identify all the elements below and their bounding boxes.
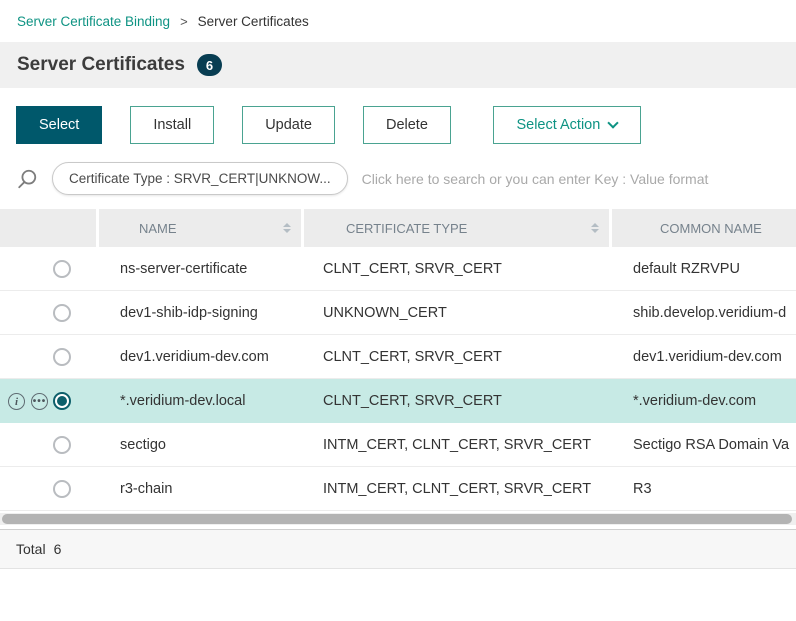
row-selector-cell bbox=[0, 247, 96, 290]
sort-icon bbox=[591, 223, 599, 233]
cell-common-name: default RZRVPU bbox=[609, 261, 796, 277]
filter-chip[interactable]: Certificate Type : SRVR_CERT|UNKNOW... bbox=[52, 162, 348, 195]
cell-certificate-type: UNKNOWN_CERT bbox=[301, 305, 609, 321]
title-bar: Server Certificates 6 bbox=[0, 42, 796, 88]
search-input[interactable]: Click here to search or you can enter Ke… bbox=[362, 171, 780, 187]
ellipsis-icon[interactable]: ••• bbox=[31, 393, 48, 410]
cell-common-name: Sectigo RSA Domain Va bbox=[609, 437, 796, 453]
sort-icon bbox=[283, 223, 291, 233]
install-button[interactable]: Install bbox=[130, 106, 214, 144]
row-selector-cell bbox=[0, 335, 96, 378]
table-row-selected[interactable]: i ••• *.veridium-dev.local CLNT_CERT, SR… bbox=[0, 379, 796, 423]
cell-common-name: shib.develop.veridium-d bbox=[609, 305, 796, 321]
row-selector-cell: i ••• bbox=[0, 379, 96, 422]
search-icon bbox=[16, 168, 38, 190]
table-footer: Total 6 bbox=[0, 529, 796, 569]
horizontal-scrollbar bbox=[0, 513, 796, 525]
radio-button[interactable] bbox=[53, 304, 71, 322]
search-bar: Certificate Type : SRVR_CERT|UNKNOW... C… bbox=[0, 158, 796, 209]
column-label-certificate-type: CERTIFICATE TYPE bbox=[346, 221, 467, 236]
row-selector-cell bbox=[0, 423, 96, 466]
table-row[interactable]: dev1.veridium-dev.com CLNT_CERT, SRVR_CE… bbox=[0, 335, 796, 379]
table-row[interactable]: sectigo INTM_CERT, CLNT_CERT, SRVR_CERT … bbox=[0, 423, 796, 467]
cell-name: r3-chain bbox=[96, 481, 301, 497]
cell-name: dev1.veridium-dev.com bbox=[96, 349, 301, 365]
header-cell-selector bbox=[0, 209, 96, 247]
toolbar: Select Install Update Delete Select Acti… bbox=[0, 88, 796, 158]
breadcrumb-link[interactable]: Server Certificate Binding bbox=[17, 14, 170, 29]
cell-certificate-type: CLNT_CERT, SRVR_CERT bbox=[301, 393, 609, 409]
radio-button[interactable] bbox=[53, 436, 71, 454]
cell-name: dev1-shib-idp-signing bbox=[96, 305, 301, 321]
table-header: NAME CERTIFICATE TYPE COMMON NAME bbox=[0, 209, 796, 247]
delete-button[interactable]: Delete bbox=[363, 106, 451, 144]
page-title: Server Certificates bbox=[17, 54, 185, 76]
select-action-dropdown[interactable]: Select Action bbox=[493, 106, 641, 144]
table-row[interactable]: ns-server-certificate CLNT_CERT, SRVR_CE… bbox=[0, 247, 796, 291]
cell-certificate-type: CLNT_CERT, SRVR_CERT bbox=[301, 349, 609, 365]
horizontal-scrollbar-thumb[interactable] bbox=[2, 514, 792, 524]
column-label-common-name: COMMON NAME bbox=[660, 221, 762, 236]
row-selector-cell bbox=[0, 467, 96, 510]
cell-common-name: dev1.veridium-dev.com bbox=[609, 349, 796, 365]
total-value: 6 bbox=[54, 541, 62, 557]
breadcrumb-current: Server Certificates bbox=[198, 14, 309, 29]
update-button[interactable]: Update bbox=[242, 106, 335, 144]
header-cell-certificate-type[interactable]: CERTIFICATE TYPE bbox=[304, 209, 609, 247]
cell-common-name: *.veridium-dev.com bbox=[609, 393, 796, 409]
table-row[interactable]: r3-chain INTM_CERT, CLNT_CERT, SRVR_CERT… bbox=[0, 467, 796, 511]
radio-button-checked[interactable] bbox=[53, 392, 71, 410]
select-action-label: Select Action bbox=[516, 117, 600, 133]
cell-name: sectigo bbox=[96, 437, 301, 453]
table-row[interactable]: dev1-shib-idp-signing UNKNOWN_CERT shib.… bbox=[0, 291, 796, 335]
breadcrumb-separator-icon: > bbox=[180, 14, 188, 29]
breadcrumb: Server Certificate Binding > Server Cert… bbox=[0, 0, 796, 42]
table-body: ns-server-certificate CLNT_CERT, SRVR_CE… bbox=[0, 247, 796, 511]
radio-button[interactable] bbox=[53, 348, 71, 366]
chevron-down-icon bbox=[608, 117, 619, 128]
column-label-name: NAME bbox=[139, 221, 177, 236]
radio-button[interactable] bbox=[53, 260, 71, 278]
cell-certificate-type: INTM_CERT, CLNT_CERT, SRVR_CERT bbox=[301, 481, 609, 497]
select-button[interactable]: Select bbox=[16, 106, 102, 144]
cell-common-name: R3 bbox=[609, 481, 796, 497]
header-cell-name[interactable]: NAME bbox=[99, 209, 301, 247]
info-icon[interactable]: i bbox=[8, 393, 25, 410]
cell-name: ns-server-certificate bbox=[96, 261, 301, 277]
cell-name: *.veridium-dev.local bbox=[96, 393, 301, 409]
header-cell-common-name[interactable]: COMMON NAME bbox=[612, 209, 796, 247]
radio-button[interactable] bbox=[53, 480, 71, 498]
total-label: Total bbox=[16, 541, 46, 557]
cell-certificate-type: INTM_CERT, CLNT_CERT, SRVR_CERT bbox=[301, 437, 609, 453]
count-badge: 6 bbox=[197, 54, 222, 76]
row-selector-cell bbox=[0, 291, 96, 334]
cell-certificate-type: CLNT_CERT, SRVR_CERT bbox=[301, 261, 609, 277]
